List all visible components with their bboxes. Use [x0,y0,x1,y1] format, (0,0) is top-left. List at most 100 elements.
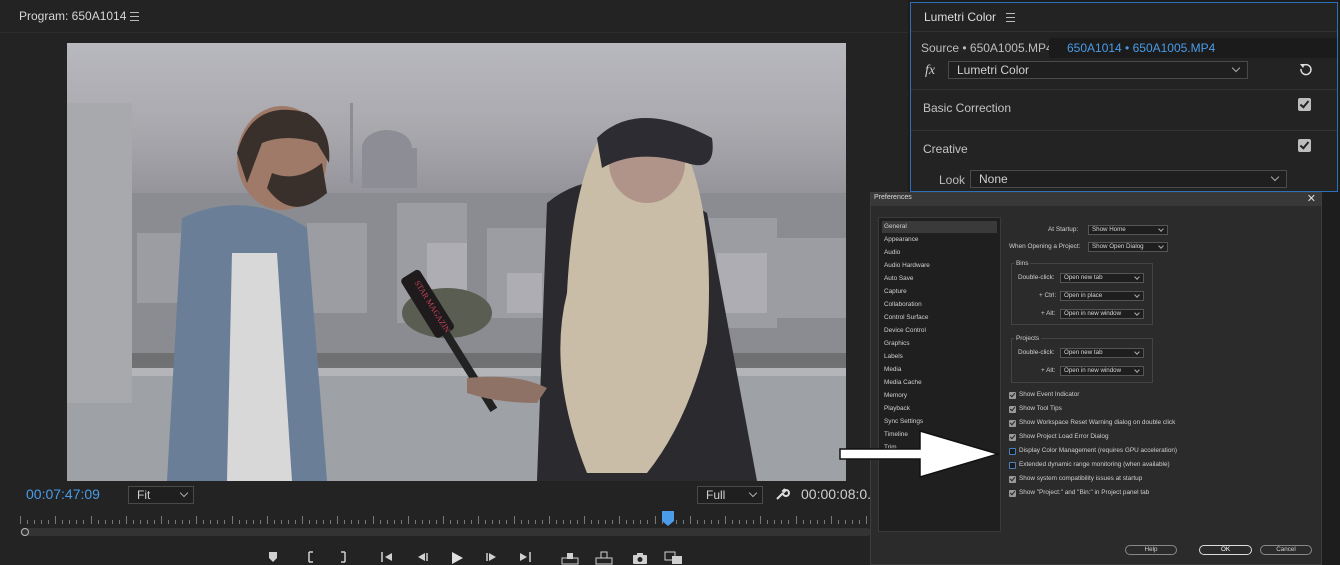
ruler-tick [732,520,734,524]
category-item[interactable]: General [882,221,997,233]
checkbox-row[interactable]: Show system compatibility issues at star… [1008,475,1308,485]
opening-project-label: When Opening a Project: [1009,243,1081,250]
go-to-in-icon[interactable] [380,551,394,563]
bins-ctrl-dropdown[interactable]: Open in place [1060,291,1144,301]
opening-project-dropdown[interactable]: Show Open Dialog [1088,242,1168,252]
effect-row: fx Lumetri Color [911,61,1337,81]
clip-label[interactable]: 650A1014 • 650A1005.MP4 [1067,41,1215,55]
close-icon[interactable]: ✕ [1307,192,1316,205]
extract-icon[interactable] [595,551,613,565]
panel-menu-icon[interactable] [1006,13,1015,22]
category-item[interactable]: Capture [882,286,997,298]
look-dropdown[interactable]: None [970,170,1287,188]
help-button[interactable]: Help [1125,545,1177,555]
mark-out-icon[interactable] [337,551,349,563]
category-item[interactable]: Memory [882,390,997,402]
ruler-tick [316,520,318,524]
category-item[interactable]: Device Control [882,325,997,337]
panel-menu-icon[interactable] [130,12,139,21]
lift-icon[interactable] [561,551,579,565]
bins-dblclick-dropdown[interactable]: Open new tab [1060,273,1144,283]
basic-correction-section[interactable]: Basic Correction [911,95,1337,123]
step-back-icon[interactable] [415,551,429,563]
playhead-icon[interactable] [660,507,676,527]
creative-checkbox[interactable] [1298,139,1311,152]
checkbox-row[interactable]: Show Project Load Error Dialog [1008,433,1308,443]
mark-in-icon[interactable] [305,551,317,563]
comparison-view-icon[interactable] [664,551,684,565]
ruler-tick [337,516,339,524]
ruler-tick [294,520,296,524]
checkbox-row[interactable]: Show "Project:" and "Bin:" in Project pa… [1008,489,1308,499]
at-startup-dropdown[interactable]: Show Home [1088,225,1168,235]
current-timecode[interactable]: 00:07:47:09 [26,486,100,502]
resolution-dropdown[interactable]: Full [697,486,763,504]
camera-icon[interactable] [632,551,648,565]
ruler-tick [393,520,395,524]
ruler-tick [125,516,127,524]
category-item[interactable]: Control Surface [882,312,997,324]
zoom-scrollbar[interactable] [20,528,871,536]
category-item[interactable]: Sync Settings [882,416,997,428]
checkbox[interactable] [1009,434,1016,441]
fit-dropdown[interactable]: Fit [128,486,194,504]
ruler-tick [104,520,106,524]
time-ruler[interactable] [20,514,869,524]
ruler-tick [485,520,487,524]
checkbox[interactable] [1009,392,1016,399]
checkbox-row[interactable]: Show Tool Tips [1008,405,1308,415]
lumetri-title: Lumetri Color [924,10,997,24]
checkbox[interactable] [1009,448,1016,455]
category-item[interactable]: Auto Save [882,273,997,285]
category-item[interactable]: Media [882,364,997,376]
ok-button[interactable]: OK [1199,545,1252,555]
checkbox[interactable] [1009,490,1016,497]
projects-dblclick-dropdown[interactable]: Open new tab [1060,348,1144,358]
ruler-tick [83,520,85,524]
scroll-handle[interactable] [21,528,29,536]
projects-alt-dropdown[interactable]: Open in new window [1060,366,1144,376]
checkbox-row[interactable]: Show Event Indicator [1008,391,1308,401]
ruler-tick [196,516,198,524]
category-item[interactable]: Graphics [882,338,997,350]
ruler-tick [280,520,282,524]
checkbox[interactable] [1009,420,1016,427]
reset-icon[interactable] [1298,62,1312,76]
bins-alt-dropdown[interactable]: Open in new window [1060,309,1144,319]
cancel-button[interactable]: Cancel [1260,545,1312,555]
category-item[interactable]: Labels [882,351,997,363]
category-item[interactable]: Collaboration [882,299,997,311]
category-item[interactable]: Audio [882,247,997,259]
step-forward-icon[interactable] [485,551,499,563]
checkbox[interactable] [1009,406,1016,413]
ruler-tick [231,516,233,524]
checkbox-row[interactable]: Show Workspace Reset Warning dialog on d… [1008,419,1308,429]
ruler-tick [266,516,268,524]
ruler-tick [309,520,311,524]
creative-section[interactable]: Creative [911,136,1337,164]
basic-correction-checkbox[interactable] [1298,98,1311,111]
go-to-out-icon[interactable] [518,551,534,563]
checkbox-label: Extended dynamic range monitoring (when … [1019,461,1170,468]
ruler-tick [866,516,867,524]
category-item[interactable]: Audio Hardware [882,260,997,272]
category-item[interactable]: Playback [882,403,997,415]
bins-title: Bins [1014,260,1031,267]
wrench-icon[interactable] [774,486,790,502]
checkbox-row[interactable]: Extended dynamic range monitoring (when … [1008,461,1308,471]
category-item[interactable]: Media Cache [882,377,997,389]
checkbox-row[interactable]: Display Color Management (requires GPU a… [1008,447,1308,457]
ruler-tick [781,520,783,524]
checkbox[interactable] [1009,462,1016,469]
effect-dropdown[interactable]: Lumetri Color [948,61,1248,79]
play-icon[interactable] [450,551,464,565]
add-marker-icon[interactable] [267,551,279,563]
ruler-tick [62,520,64,524]
ruler-tick [682,520,684,524]
ruler-tick [654,516,656,524]
category-item[interactable]: Appearance [882,234,997,246]
ruler-tick [34,520,36,524]
checkbox[interactable] [1009,476,1016,483]
checkbox-label: Show system compatibility issues at star… [1019,475,1143,482]
ruler-tick [435,520,437,524]
